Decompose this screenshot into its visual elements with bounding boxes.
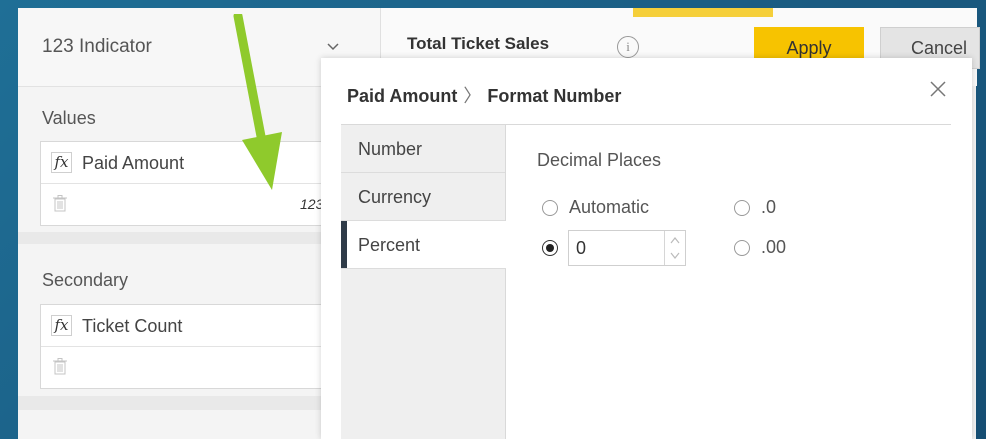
automatic-label: Automatic	[569, 197, 650, 217]
fx-icon: fx	[51, 315, 72, 336]
decimal-places-label: Decimal Places	[537, 150, 662, 170]
percent-format-panel: Decimal Places Automatic .0 0 .00	[506, 125, 972, 439]
tab-label: Currency	[358, 187, 432, 207]
values-field-card: fx Paid Amount 123	[40, 141, 360, 226]
two-decimal-radio[interactable]	[734, 240, 750, 256]
custom-decimal-radio[interactable]	[542, 240, 558, 256]
one-decimal-label: .0	[761, 197, 777, 217]
values-field-actions: 123	[41, 184, 359, 225]
tab-label: Percent	[358, 235, 421, 255]
values-section-label: Values	[42, 108, 96, 128]
breadcrumb-current: Format Number	[487, 86, 622, 106]
tab-label: Number	[358, 139, 423, 159]
secondary-field-card: fx Ticket Count	[40, 304, 360, 389]
number-format-button[interactable]: 123	[300, 196, 323, 212]
annotation-arrow-icon	[233, 14, 282, 190]
format-number-dialog: Paid Amount 〉 Format Number Number Currenc…	[321, 58, 972, 439]
automatic-radio[interactable]	[542, 200, 558, 216]
secondary-field-actions	[41, 347, 359, 388]
secondary-field-name: Ticket Count	[82, 316, 183, 336]
one-decimal-radio[interactable]	[734, 200, 750, 216]
viz-title[interactable]: Total Ticket Sales	[407, 34, 549, 54]
breadcrumb-separator-icon: 〉	[463, 86, 482, 106]
fx-icon: fx	[51, 152, 72, 173]
values-field-row[interactable]: fx Paid Amount	[41, 142, 359, 184]
dialog-header: Paid Amount 〉 Format Number	[321, 58, 972, 124]
breadcrumb: Paid Amount 〉 Format Number	[347, 82, 621, 108]
secondary-field-row[interactable]: fx Ticket Count	[41, 305, 359, 347]
decimal-places-stepper[interactable]: 0	[568, 230, 686, 266]
close-icon[interactable]	[929, 80, 947, 98]
breadcrumb-parent[interactable]: Paid Amount	[347, 86, 457, 106]
viz-type-label: 123 Indicator	[42, 36, 152, 57]
chevron-down-icon[interactable]	[326, 40, 340, 54]
decimal-places-value[interactable]: 0	[576, 238, 586, 259]
two-decimal-label: .00	[761, 237, 787, 257]
info-icon[interactable]: i	[617, 36, 639, 58]
top-accent-strip	[633, 8, 773, 17]
tab-percent[interactable]: Percent	[341, 221, 506, 269]
values-field-name: Paid Amount	[82, 153, 185, 173]
secondary-section-label: Secondary	[42, 270, 129, 290]
tab-currency[interactable]: Currency	[341, 173, 505, 221]
trash-icon[interactable]	[53, 358, 67, 375]
tab-number[interactable]: Number	[341, 125, 505, 173]
format-tabs: Number Currency Percent	[341, 125, 506, 439]
trash-icon[interactable]	[53, 195, 67, 212]
stepper-arrows-icon[interactable]	[664, 231, 685, 265]
